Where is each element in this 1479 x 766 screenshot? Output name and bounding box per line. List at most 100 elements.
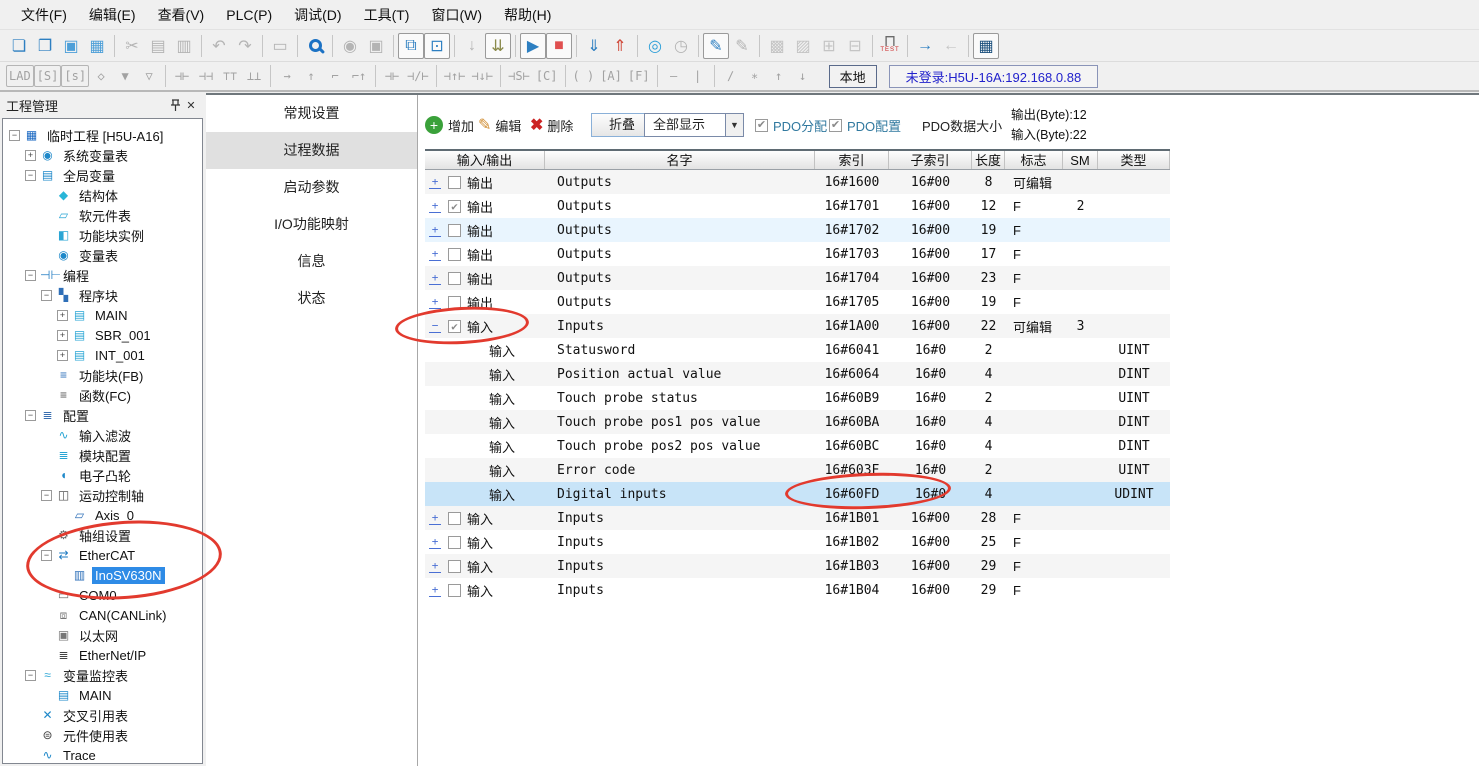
expand-toggle[interactable]: +: [429, 224, 441, 237]
row-checkbox[interactable]: [448, 248, 461, 261]
login-status[interactable]: 未登录:H5U-16A:192.168.0.88: [889, 65, 1099, 88]
table-row[interactable]: +输入Position actual value16#606416#04DINT: [425, 362, 1170, 386]
tree-item[interactable]: ▥InoSV630N: [3, 565, 202, 585]
table-row[interactable]: +输入Error code16#603F16#02UINT: [425, 458, 1170, 482]
pin-icon[interactable]: [167, 97, 183, 113]
table-row[interactable]: +输出Outputs16#170516#0019F: [425, 290, 1170, 314]
tree-item[interactable]: −▚程序块: [3, 285, 202, 305]
row-checkbox[interactable]: [448, 512, 461, 525]
menu-item-6[interactable]: 工具(T): [353, 0, 421, 30]
tree-item[interactable]: −◫运动控制轴: [3, 485, 202, 505]
tree-item[interactable]: ▭COM0: [3, 585, 202, 605]
delete-row-icon[interactable]: ⊟: [842, 33, 868, 59]
tab-6[interactable]: 状态: [206, 280, 417, 317]
write-values-icon[interactable]: ✎: [703, 33, 729, 59]
column-header-7[interactable]: SM: [1063, 151, 1098, 169]
tree-collapse-icon[interactable]: −: [25, 670, 36, 681]
branch-icon[interactable]: ◇: [89, 65, 113, 87]
tree-item[interactable]: ✕交叉引用表: [3, 705, 202, 725]
tree-item[interactable]: −⇄EtherCAT: [3, 545, 202, 565]
export-window-icon[interactable]: ⊡: [424, 33, 450, 59]
table-row[interactable]: +输入Inputs16#1B0316#0029F: [425, 554, 1170, 578]
upload-plc-icon[interactable]: ⇑: [607, 33, 633, 59]
menu-item-5[interactable]: 调试(D): [283, 0, 352, 30]
contact-no-icon[interactable]: ⊣⊢: [380, 65, 404, 87]
convert-grid-icon[interactable]: ▩: [764, 33, 790, 59]
compile-all-icon[interactable]: ⇊: [485, 33, 511, 59]
table-row[interactable]: +输入Touch probe pos1 pos value16#60BA16#0…: [425, 410, 1170, 434]
cascade-windows-icon[interactable]: ⧉: [398, 33, 424, 59]
menu-item-7[interactable]: 窗口(W): [420, 0, 493, 30]
save-all-icon[interactable]: ▦: [84, 33, 110, 59]
device-panel-icon[interactable]: ▦: [973, 33, 999, 59]
table-row[interactable]: +输出Outputs16#160016#008可编辑: [425, 170, 1170, 194]
login-icon[interactable]: →: [912, 33, 938, 59]
row-checkbox[interactable]: [448, 296, 461, 309]
expand-toggle[interactable]: +: [429, 512, 441, 525]
tree-item[interactable]: −▦临时工程 [H5U-A16]: [3, 125, 202, 145]
row-checkbox[interactable]: ✔: [448, 200, 461, 213]
paste-icon[interactable]: ▥: [171, 33, 197, 59]
tree-item[interactable]: +▤INT_001: [3, 345, 202, 365]
menu-item-4[interactable]: PLC(P): [215, 0, 283, 30]
contact-falling-icon[interactable]: ⊣↓⊢: [468, 65, 496, 87]
tab-4[interactable]: I/O功能映射: [206, 206, 417, 243]
table-row[interactable]: +输出Outputs16#170216#0019F: [425, 218, 1170, 242]
expand-toggle[interactable]: +: [429, 560, 441, 573]
row-checkbox[interactable]: [448, 272, 461, 285]
tree-item[interactable]: ∿输入滤波: [3, 425, 202, 445]
move-up-icon[interactable]: ↑: [767, 65, 791, 87]
contact-net1-icon[interactable]: ⊣⊢: [170, 65, 194, 87]
row-checkbox[interactable]: [448, 224, 461, 237]
block-f-icon[interactable]: [F]: [625, 65, 653, 87]
column-header-6[interactable]: 标志: [1005, 151, 1063, 169]
undo-icon[interactable]: ↶: [206, 33, 232, 59]
table-row[interactable]: +输入Inputs16#1B0116#0028F: [425, 506, 1170, 530]
tree-item[interactable]: +▤MAIN: [3, 305, 202, 325]
delete-icon[interactable]: ▭: [267, 33, 293, 59]
column-header-4[interactable]: 子索引: [889, 151, 972, 169]
expand-toggle[interactable]: +: [429, 272, 441, 285]
lad-mode-icon[interactable]: LAD: [6, 65, 34, 87]
tree-item[interactable]: ◆结构体: [3, 185, 202, 205]
menu-item-3[interactable]: 查看(V): [147, 0, 216, 30]
tree-item[interactable]: −⊣⊢编程: [3, 265, 202, 285]
menu-item-8[interactable]: 帮助(H): [493, 0, 562, 30]
monitor-icon[interactable]: ◎: [642, 33, 668, 59]
expand-toggle[interactable]: +: [429, 176, 441, 189]
tab-5[interactable]: 信息: [206, 243, 417, 280]
menu-item-1[interactable]: 文件(F): [10, 0, 78, 30]
contact-nc-icon[interactable]: ⊣∕⊢: [404, 65, 432, 87]
stop-icon[interactable]: ■: [546, 33, 572, 59]
wire-right-icon[interactable]: →: [275, 65, 299, 87]
table-row[interactable]: +输入Digital inputs16#60FD16#04UDINT: [425, 482, 1170, 506]
tree-item[interactable]: ⧈CAN(CANLink): [3, 605, 202, 625]
tree-item[interactable]: −▤全局变量: [3, 165, 202, 185]
column-header-8[interactable]: 类型: [1098, 151, 1170, 169]
logout-icon[interactable]: ←: [938, 33, 964, 59]
tree-item[interactable]: ◖电子凸轮: [3, 465, 202, 485]
tree-item[interactable]: +▤SBR_001: [3, 325, 202, 345]
oscilloscope-icon[interactable]: ◷: [668, 33, 694, 59]
coil-set-icon[interactable]: ⊣S⊢: [505, 65, 533, 87]
tree-item[interactable]: −≣配置: [3, 405, 202, 425]
tree-item[interactable]: ◧功能块实例: [3, 225, 202, 245]
wire-corner-icon[interactable]: ⌐: [323, 65, 347, 87]
tree-item[interactable]: ⚙轴组设置: [3, 525, 202, 545]
tree-item[interactable]: ▱软元件表: [3, 205, 202, 225]
tree-item[interactable]: ◉变量表: [3, 245, 202, 265]
print-preview-icon[interactable]: ◉: [337, 33, 363, 59]
column-header-3[interactable]: 索引: [815, 151, 889, 169]
print-icon[interactable]: ▣: [363, 33, 389, 59]
delete-button[interactable]: ✖ 删除: [530, 102, 573, 148]
row-checkbox[interactable]: ✔: [448, 320, 461, 333]
expand-toggle[interactable]: +: [429, 296, 441, 309]
hline-icon[interactable]: —: [662, 65, 686, 87]
close-icon[interactable]: ✕: [183, 97, 199, 113]
pdo-assign-checkbox[interactable]: ✔ PDO分配: [755, 102, 827, 148]
tree-item[interactable]: −≈变量监控表: [3, 665, 202, 685]
collapse-toggle[interactable]: −: [429, 320, 441, 333]
compile-icon[interactable]: ↓: [459, 33, 485, 59]
tab-2[interactable]: 过程数据: [206, 132, 417, 169]
tree-item[interactable]: +◉系统变量表: [3, 145, 202, 165]
